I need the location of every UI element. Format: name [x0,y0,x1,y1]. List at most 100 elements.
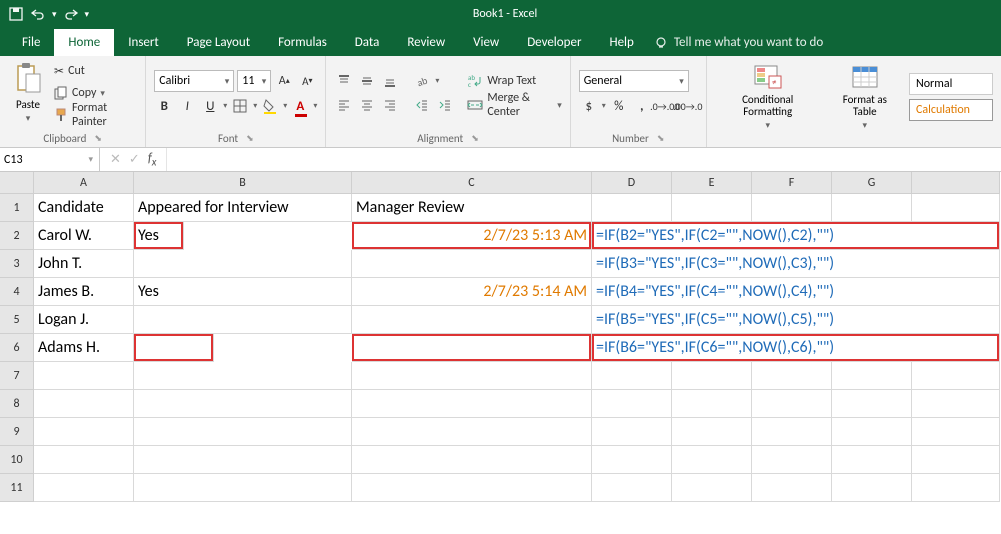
cell-a4[interactable]: James B. [34,278,134,306]
cell-c5[interactable] [352,306,592,334]
row-header-2[interactable]: 2 [0,222,34,250]
cell-d6[interactable]: =IF(B6="YES",IF(C6="",NOW(),C6),"") [592,334,1000,362]
font-launcher-icon[interactable]: ⬊ [246,133,254,144]
clipboard-launcher-icon[interactable]: ⬊ [94,133,102,144]
row-header-8[interactable]: 8 [0,390,34,418]
cut-button[interactable]: ✂Cut [54,60,137,82]
row-header-1[interactable]: 1 [0,194,34,222]
select-all-corner[interactable] [0,172,34,194]
align-right-icon[interactable] [380,95,400,115]
underline-button[interactable]: U [200,96,220,116]
cell-d8[interactable] [592,390,672,418]
cell-f10[interactable] [752,446,832,474]
row-header-3[interactable]: 3 [0,250,34,278]
cell-b7[interactable] [134,362,352,390]
cell-g7[interactable] [832,362,912,390]
cell-d1[interactable] [592,194,672,222]
col-header-b[interactable]: B [134,172,352,194]
cell-a9[interactable] [34,418,134,446]
save-icon[interactable] [8,6,24,22]
cell-b8[interactable] [134,390,352,418]
col-header-e[interactable]: E [672,172,752,194]
name-box[interactable]: C13 [0,148,100,171]
cell-c11[interactable] [352,474,592,502]
cell-h7[interactable] [912,362,1000,390]
cell-f1[interactable] [752,194,832,222]
undo-icon[interactable] [30,6,46,22]
cell-e11[interactable] [672,474,752,502]
cell-b11[interactable] [134,474,352,502]
enter-icon[interactable]: ✓ [129,152,140,167]
cell-a6[interactable]: Adams H. [34,334,134,362]
cell-c8[interactable] [352,390,592,418]
number-launcher-icon[interactable]: ⬊ [657,133,665,144]
wrap-text-button[interactable]: abcWrap Text [467,70,561,92]
row-header-4[interactable]: 4 [0,278,34,306]
cell-h9[interactable] [912,418,1000,446]
tab-view[interactable]: View [459,29,513,56]
tab-insert[interactable]: Insert [114,29,173,56]
fx-icon[interactable]: fx [148,151,157,169]
tab-review[interactable]: Review [393,29,459,56]
font-color-icon[interactable]: A [290,96,310,116]
border-icon[interactable] [230,96,250,116]
col-header-f[interactable]: F [752,172,832,194]
merge-center-button[interactable]: Merge & Center▾ [467,94,561,116]
cell-b5[interactable] [134,306,352,334]
cell-c7[interactable] [352,362,592,390]
cell-h1[interactable] [912,194,1000,222]
cell-h11[interactable] [912,474,1000,502]
cell-g10[interactable] [832,446,912,474]
cell-h8[interactable] [912,390,1000,418]
cell-c2[interactable]: 2/7/23 5:13 AM [352,222,592,250]
cell-d2[interactable]: =IF(B2="YES",IF(C2="",NOW(),C2),"") [592,222,1000,250]
percent-format-icon[interactable]: % [609,96,629,116]
tell-me[interactable]: Tell me what you want to do [654,29,823,56]
col-header-extra[interactable] [912,172,1000,194]
align-top-icon[interactable] [334,71,354,91]
cell-style-calculation[interactable]: Calculation [909,99,993,121]
font-name-select[interactable]: Calibri [154,70,234,92]
cell-b4[interactable]: Yes [134,278,352,306]
tab-home[interactable]: Home [54,29,114,56]
cell-c6[interactable] [352,334,592,362]
format-as-table-button[interactable]: Format as Table▾ [827,60,903,133]
row-header-7[interactable]: 7 [0,362,34,390]
orientation-icon[interactable]: ab [412,71,432,91]
cell-a11[interactable] [34,474,134,502]
decrease-indent-icon[interactable] [412,95,432,115]
font-size-select[interactable]: 11 [237,70,271,92]
cell-b6[interactable] [134,334,214,362]
formula-input[interactable] [167,148,1001,171]
cell-e1[interactable] [672,194,752,222]
cell-g8[interactable] [832,390,912,418]
bold-button[interactable]: B [154,96,174,116]
cell-d4[interactable]: =IF(B4="YES",IF(C4="",NOW(),C4),"") [592,278,1000,306]
col-header-a[interactable]: A [34,172,134,194]
cell-a3[interactable]: John T. [34,250,134,278]
cell-a8[interactable] [34,390,134,418]
cell-b9[interactable] [134,418,352,446]
tab-file[interactable]: File [8,29,54,56]
cell-e7[interactable] [672,362,752,390]
conditional-formatting-button[interactable]: ≠ Conditional Formatting▾ [715,60,821,133]
cell-f8[interactable] [752,390,832,418]
col-header-g[interactable]: G [832,172,912,194]
tab-help[interactable]: Help [595,29,647,56]
paste-button[interactable]: Paste ▾ [8,60,48,126]
decrease-decimal-icon[interactable]: .00→.0 [678,96,698,116]
row-header-9[interactable]: 9 [0,418,34,446]
cell-d7[interactable] [592,362,672,390]
cell-c3[interactable] [352,250,592,278]
cell-g1[interactable] [832,194,912,222]
accounting-format-icon[interactable]: $ [579,96,599,116]
cell-f9[interactable] [752,418,832,446]
cell-c1[interactable]: Manager Review [352,194,592,222]
cell-h10[interactable] [912,446,1000,474]
align-left-icon[interactable] [334,95,354,115]
format-painter-button[interactable]: Format Painter [54,104,137,126]
cell-b3[interactable] [134,250,352,278]
cell-f7[interactable] [752,362,832,390]
cell-c10[interactable] [352,446,592,474]
cell-a10[interactable] [34,446,134,474]
